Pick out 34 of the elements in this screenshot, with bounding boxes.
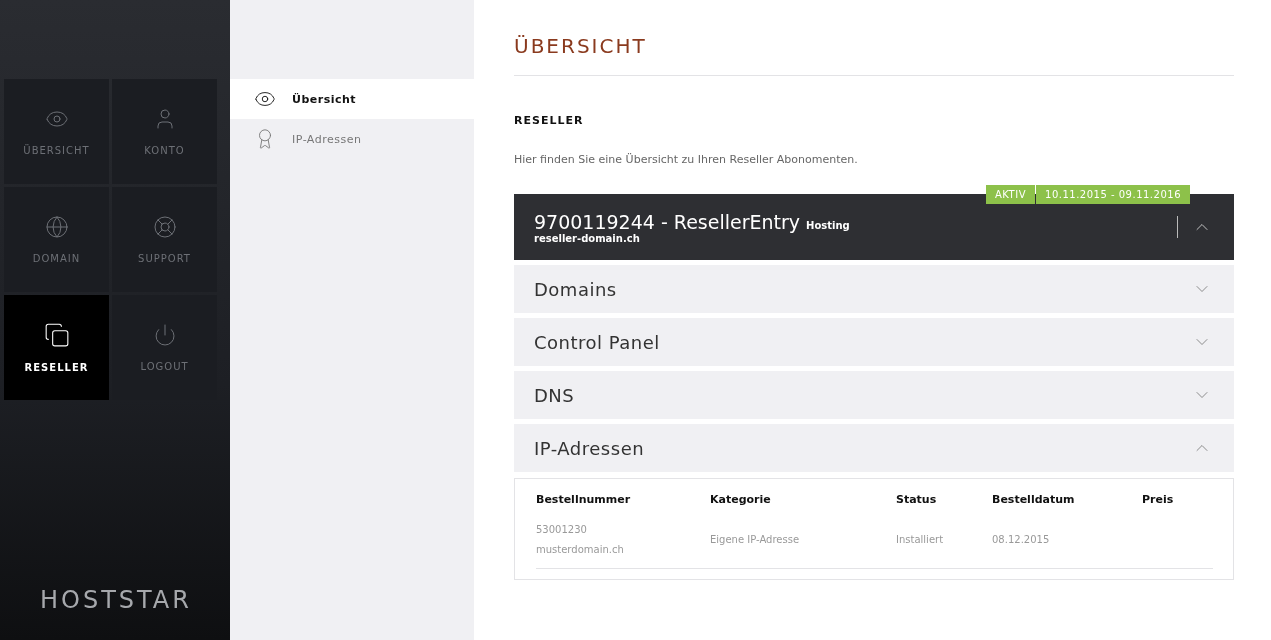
subscription-type: Hosting xyxy=(806,219,850,231)
column-header: Kategorie xyxy=(710,493,772,506)
stacked-squares-icon xyxy=(43,322,70,348)
column-header: Bestellnummer xyxy=(536,493,632,506)
panel-title: IP-Adressen xyxy=(534,437,645,459)
power-icon xyxy=(152,323,177,347)
table-cell-text: 53001230 xyxy=(536,523,588,537)
logo: HOSTSTAR xyxy=(40,586,193,614)
period-badge: 10.11.2015 - 09.11.2016 xyxy=(1036,185,1190,204)
column-header: Preis xyxy=(1142,493,1175,506)
subscription-title: 9700119244 - ResellerEntry xyxy=(534,210,801,233)
globe-icon xyxy=(44,215,69,239)
column-header: Status xyxy=(896,493,938,506)
accordion-panel[interactable]: Control Panel xyxy=(514,318,1234,366)
panel-title: Control Panel xyxy=(534,331,660,353)
accordion-panel[interactable]: IP-Adressen xyxy=(514,424,1234,472)
column-header: Bestelldatum xyxy=(992,493,1076,506)
intro-text: Hier finden Sie eine Übersicht zu Ihren Reseller Abonomenten. xyxy=(514,153,859,166)
table-cell-text: Installiert xyxy=(896,533,945,547)
submenu-item[interactable]: IP-Adressen xyxy=(230,119,474,159)
lifebuoy-icon xyxy=(152,215,177,239)
nav-tile[interactable]: RESELLER xyxy=(4,295,109,400)
accordion-panel[interactable]: DNS xyxy=(514,371,1234,419)
table-cell-text: Eigene IP-Adresse xyxy=(710,533,801,547)
section-title: RESELLER xyxy=(514,114,585,127)
accordion-panel[interactable]: Domains xyxy=(514,265,1234,313)
table-cell-text: musterdomain.ch xyxy=(536,543,625,557)
subscription-domain: reseller-domain.ch xyxy=(534,232,641,244)
panel-title: Domains xyxy=(534,278,617,300)
panel-title: DNS xyxy=(534,384,575,406)
submenu-item[interactable]: Übersicht xyxy=(230,79,474,119)
status-badge: AKTIV xyxy=(986,185,1035,204)
table-cell-text: 08.12.2015 xyxy=(992,533,1051,547)
page-title: ÜBERSICHT xyxy=(514,34,1234,76)
